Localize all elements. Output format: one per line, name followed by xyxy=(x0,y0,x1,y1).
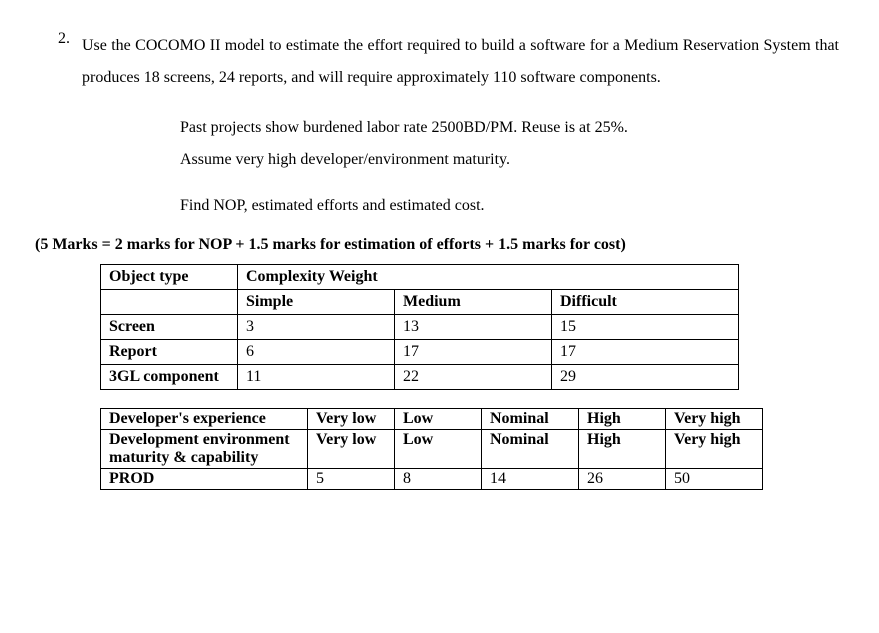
cell-value: Low xyxy=(395,430,482,469)
question-block: 2. Use the COCOMO II model to estimate t… xyxy=(30,30,839,94)
subheader-difficult: Difficult xyxy=(552,290,739,315)
cell-value: Nominal xyxy=(482,430,579,469)
cell-value: 29 xyxy=(552,365,739,390)
table-row: Simple Medium Difficult xyxy=(101,290,739,315)
cell-value: 50 xyxy=(666,469,763,490)
cell-value: 15 xyxy=(552,315,739,340)
cell-value: High xyxy=(579,430,666,469)
table-row: Development environment maturity & capab… xyxy=(101,430,763,469)
cell-value: 5 xyxy=(308,469,395,490)
row-name: Report xyxy=(101,340,238,365)
cell-value: 17 xyxy=(552,340,739,365)
cell-value: Very low xyxy=(308,430,395,469)
question-number: 2. xyxy=(30,30,82,94)
table-row: Developer's experience Very low Low Nomi… xyxy=(101,409,763,430)
row-label: PROD xyxy=(101,469,308,490)
cell-value: 17 xyxy=(395,340,552,365)
cell-value: Very high xyxy=(666,430,763,469)
table-row: 3GL component 11 22 29 xyxy=(101,365,739,390)
cell-value: Nominal xyxy=(482,409,579,430)
cell-value: 26 xyxy=(579,469,666,490)
header-object-type: Object type xyxy=(101,265,238,290)
cell-value: High xyxy=(579,409,666,430)
table-row: PROD 5 8 14 26 50 xyxy=(101,469,763,490)
row-name: 3GL component xyxy=(101,365,238,390)
details-line-1: Past projects show burdened labor rate 2… xyxy=(180,112,839,144)
complexity-weight-table: Object type Complexity Weight Simple Med… xyxy=(100,264,739,390)
header-complexity-weight: Complexity Weight xyxy=(238,265,739,290)
productivity-table: Developer's experience Very low Low Nomi… xyxy=(100,408,763,490)
cell-value: Very low xyxy=(308,409,395,430)
cell-value: 22 xyxy=(395,365,552,390)
cell-value: 13 xyxy=(395,315,552,340)
cell-value: 6 xyxy=(238,340,395,365)
question-task: Find NOP, estimated efforts and estimate… xyxy=(180,190,839,222)
details-line-2: Assume very high developer/environment m… xyxy=(180,144,839,176)
cell-value: Very high xyxy=(666,409,763,430)
subheader-medium: Medium xyxy=(395,290,552,315)
empty-cell xyxy=(101,290,238,315)
cell-value: 14 xyxy=(482,469,579,490)
table-row: Object type Complexity Weight xyxy=(101,265,739,290)
question-prompt: Use the COCOMO II model to estimate the … xyxy=(82,30,839,94)
row-label: Developer's experience xyxy=(101,409,308,430)
cell-value: 3 xyxy=(238,315,395,340)
table-row: Screen 3 13 15 xyxy=(101,315,739,340)
marks-allocation: (5 Marks = 2 marks for NOP + 1.5 marks f… xyxy=(35,236,839,254)
table-row: Report 6 17 17 xyxy=(101,340,739,365)
cell-value: 11 xyxy=(238,365,395,390)
cell-value: Low xyxy=(395,409,482,430)
row-label: Development environment maturity & capab… xyxy=(101,430,308,469)
question-details: Past projects show burdened labor rate 2… xyxy=(180,112,839,176)
cell-value: 8 xyxy=(395,469,482,490)
subheader-simple: Simple xyxy=(238,290,395,315)
row-name: Screen xyxy=(101,315,238,340)
